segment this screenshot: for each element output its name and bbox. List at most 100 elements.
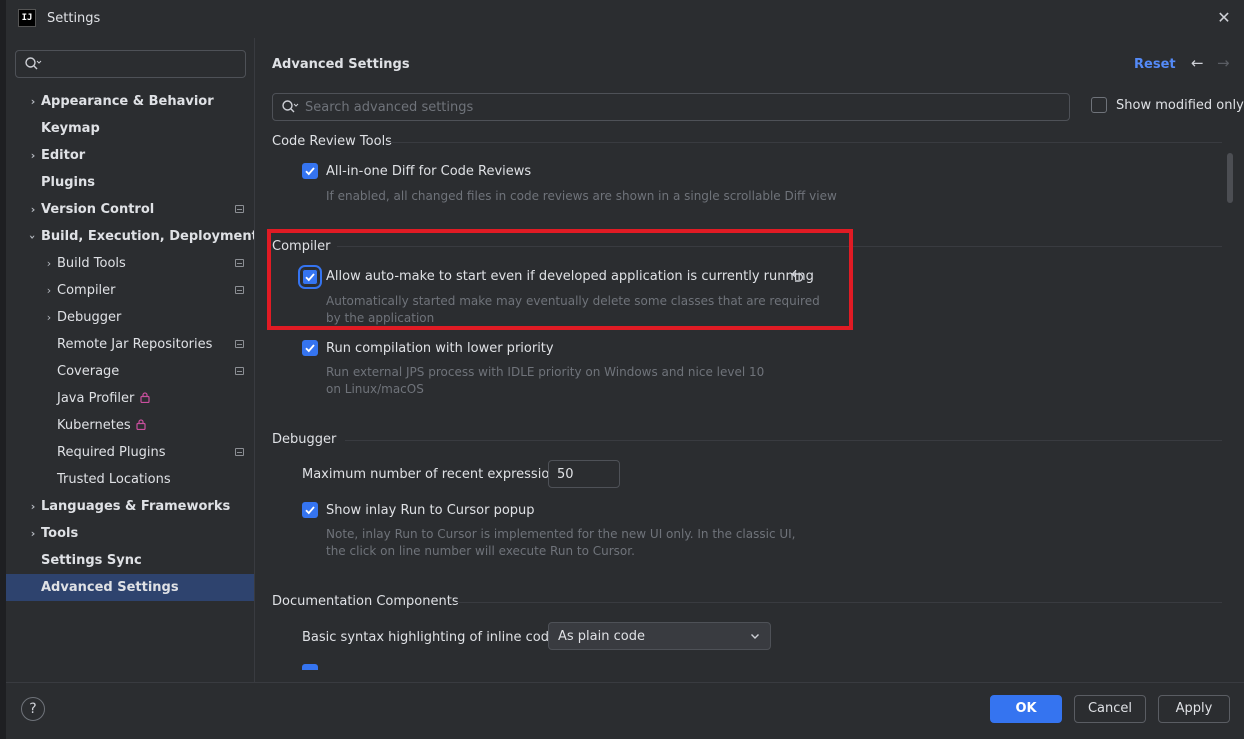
- sidebar-item-label: Java Profiler: [57, 391, 135, 406]
- apply-button[interactable]: Apply: [1158, 695, 1230, 723]
- checkbox-partial[interactable]: [302, 664, 318, 670]
- show-modified-label: Show modified only: [1116, 97, 1244, 113]
- settings-sidebar: › Appearance & Behavior Keymap › Editor …: [6, 38, 258, 682]
- chevron-right-icon[interactable]: ›: [27, 149, 39, 162]
- sidebar-item-kubernetes[interactable]: Kubernetes: [6, 412, 254, 439]
- chevron-down-icon[interactable]: ›: [27, 231, 40, 243]
- checkbox-all-in-one-diff[interactable]: [302, 163, 318, 179]
- search-icon: [282, 100, 299, 113]
- sidebar-item-keymap[interactable]: Keymap: [6, 115, 254, 142]
- sidebar-item-tools[interactable]: › Tools: [6, 520, 254, 547]
- lock-icon: [136, 419, 146, 430]
- section-heading-code-review: Code Review Tools: [272, 134, 392, 149]
- sidebar-item-label: Settings Sync: [41, 553, 142, 568]
- sidebar-item-label: Debugger: [57, 310, 122, 325]
- sidebar-item-label: Coverage: [57, 364, 120, 379]
- syntax-highlighting-label: Basic syntax highlighting of inline code…: [302, 630, 562, 645]
- max-expressions-label: Maximum number of recent expressions:: [302, 467, 569, 482]
- advanced-search-field[interactable]: [272, 93, 1070, 121]
- section-divider: [345, 440, 1222, 441]
- advanced-search-input[interactable]: [305, 98, 1045, 116]
- sidebar-item-remote-jar-repositories[interactable]: Remote Jar Repositories: [6, 331, 254, 358]
- sidebar-item-compiler[interactable]: › Compiler: [6, 277, 254, 304]
- sidebar-item-label: Languages & Frameworks: [41, 499, 231, 514]
- max-expressions-input[interactable]: [557, 466, 613, 482]
- arrow-right-icon[interactable]: →: [1217, 54, 1235, 72]
- search-icon: [25, 57, 42, 70]
- sidebar-item-label: Remote Jar Repositories: [57, 337, 213, 352]
- sidebar-item-advanced-settings[interactable]: Advanced Settings: [6, 574, 254, 601]
- show-modified-checkbox[interactable]: Show modified only: [1091, 97, 1244, 113]
- sidebar-item-settings-sync[interactable]: Settings Sync: [6, 547, 254, 574]
- chevron-right-icon[interactable]: ›: [27, 527, 39, 540]
- sidebar-item-java-profiler[interactable]: Java Profiler: [6, 385, 254, 412]
- sidebar-item-required-plugins[interactable]: Required Plugins: [6, 439, 254, 466]
- option-label: All-in-one Diff for Code Reviews: [326, 164, 532, 179]
- section-divider: [455, 602, 1222, 603]
- project-level-icon: [235, 259, 244, 267]
- sidebar-item-label: Plugins: [41, 175, 95, 190]
- sidebar-item-languages-frameworks[interactable]: › Languages & Frameworks: [6, 493, 254, 520]
- project-level-icon: [235, 340, 244, 348]
- chevron-right-icon[interactable]: ›: [43, 284, 55, 297]
- check-icon: [305, 344, 315, 353]
- syntax-highlighting-dropdown[interactable]: As plain code: [548, 622, 771, 650]
- chevron-right-icon[interactable]: ›: [27, 203, 39, 216]
- sidebar-item-label: Version Control: [41, 202, 155, 217]
- advanced-settings-panel: Advanced Settings Reset ← → Show modifie…: [254, 38, 1244, 682]
- sidebar-item-editor[interactable]: › Editor: [6, 142, 254, 169]
- max-expressions-field[interactable]: [548, 460, 620, 488]
- sidebar-item-appearance-behavior[interactable]: › Appearance & Behavior: [6, 88, 254, 115]
- sidebar-item-label: Tools: [41, 526, 79, 541]
- dialog-footer: ? OK Cancel Apply: [6, 682, 1244, 739]
- arrow-left-icon[interactable]: ←: [1191, 54, 1209, 72]
- lock-icon: [140, 392, 150, 403]
- sidebar-item-trusted-locations[interactable]: Trusted Locations: [6, 466, 254, 493]
- app-logo-icon: IJ: [18, 9, 36, 27]
- cancel-button[interactable]: Cancel: [1074, 695, 1146, 723]
- sidebar-search-input[interactable]: [15, 50, 246, 78]
- chevron-right-icon[interactable]: ›: [43, 311, 55, 324]
- checkbox-unchecked-icon[interactable]: [1091, 97, 1107, 113]
- chevron-right-icon[interactable]: ›: [27, 500, 39, 513]
- help-button[interactable]: ?: [21, 697, 45, 721]
- section-heading-documentation: Documentation Components: [272, 594, 459, 609]
- sidebar-item-label: Build, Execution, Deployment: [41, 229, 258, 244]
- option-label: Run compilation with lower priority: [326, 341, 554, 356]
- sidebar-item-build-tools[interactable]: › Build Tools: [6, 250, 254, 277]
- checkbox-run-compilation-lower-priority[interactable]: [302, 340, 318, 356]
- reset-link[interactable]: Reset: [1134, 57, 1176, 72]
- check-icon: [305, 506, 315, 515]
- checkbox-show-inlay-run-to-cursor[interactable]: [302, 502, 318, 518]
- sidebar-item-label: Editor: [41, 148, 86, 163]
- sidebar-item-plugins[interactable]: Plugins: [6, 169, 254, 196]
- dropdown-selected-value: As plain code: [558, 629, 645, 644]
- vertical-scrollbar[interactable]: [1227, 153, 1233, 203]
- sidebar-item-label: Required Plugins: [57, 445, 166, 460]
- sidebar-item-label: Kubernetes: [57, 418, 131, 433]
- project-level-icon: [235, 205, 244, 213]
- sidebar-item-debugger[interactable]: › Debugger: [6, 304, 254, 331]
- option-description: Run external JPS process with IDLE prior…: [326, 365, 765, 396]
- project-level-icon: [235, 448, 244, 456]
- window-title: Settings: [47, 11, 101, 26]
- sidebar-item-label: Advanced Settings: [41, 580, 179, 595]
- section-heading-debugger: Debugger: [272, 432, 337, 447]
- chevron-right-icon[interactable]: ›: [27, 95, 39, 108]
- page-title: Advanced Settings: [272, 57, 410, 72]
- title-bar: IJ Settings ✕: [6, 0, 1244, 38]
- check-icon: [305, 167, 315, 176]
- option-label: Show inlay Run to Cursor popup: [326, 503, 535, 518]
- project-level-icon: [235, 286, 244, 294]
- highlight-annotation-box: [267, 229, 853, 330]
- close-icon[interactable]: ✕: [1214, 8, 1234, 28]
- sidebar-item-label: Appearance & Behavior: [41, 94, 214, 109]
- sidebar-item-label: Compiler: [57, 283, 116, 298]
- ok-button[interactable]: OK: [990, 695, 1062, 723]
- sidebar-item-version-control[interactable]: › Version Control: [6, 196, 254, 223]
- sidebar-item-coverage[interactable]: Coverage: [6, 358, 254, 385]
- project-level-icon: [235, 367, 244, 375]
- section-divider: [388, 142, 1222, 143]
- chevron-right-icon[interactable]: ›: [43, 257, 55, 270]
- sidebar-item-build-execution-deployment[interactable]: › Build, Execution, Deployment: [6, 223, 258, 250]
